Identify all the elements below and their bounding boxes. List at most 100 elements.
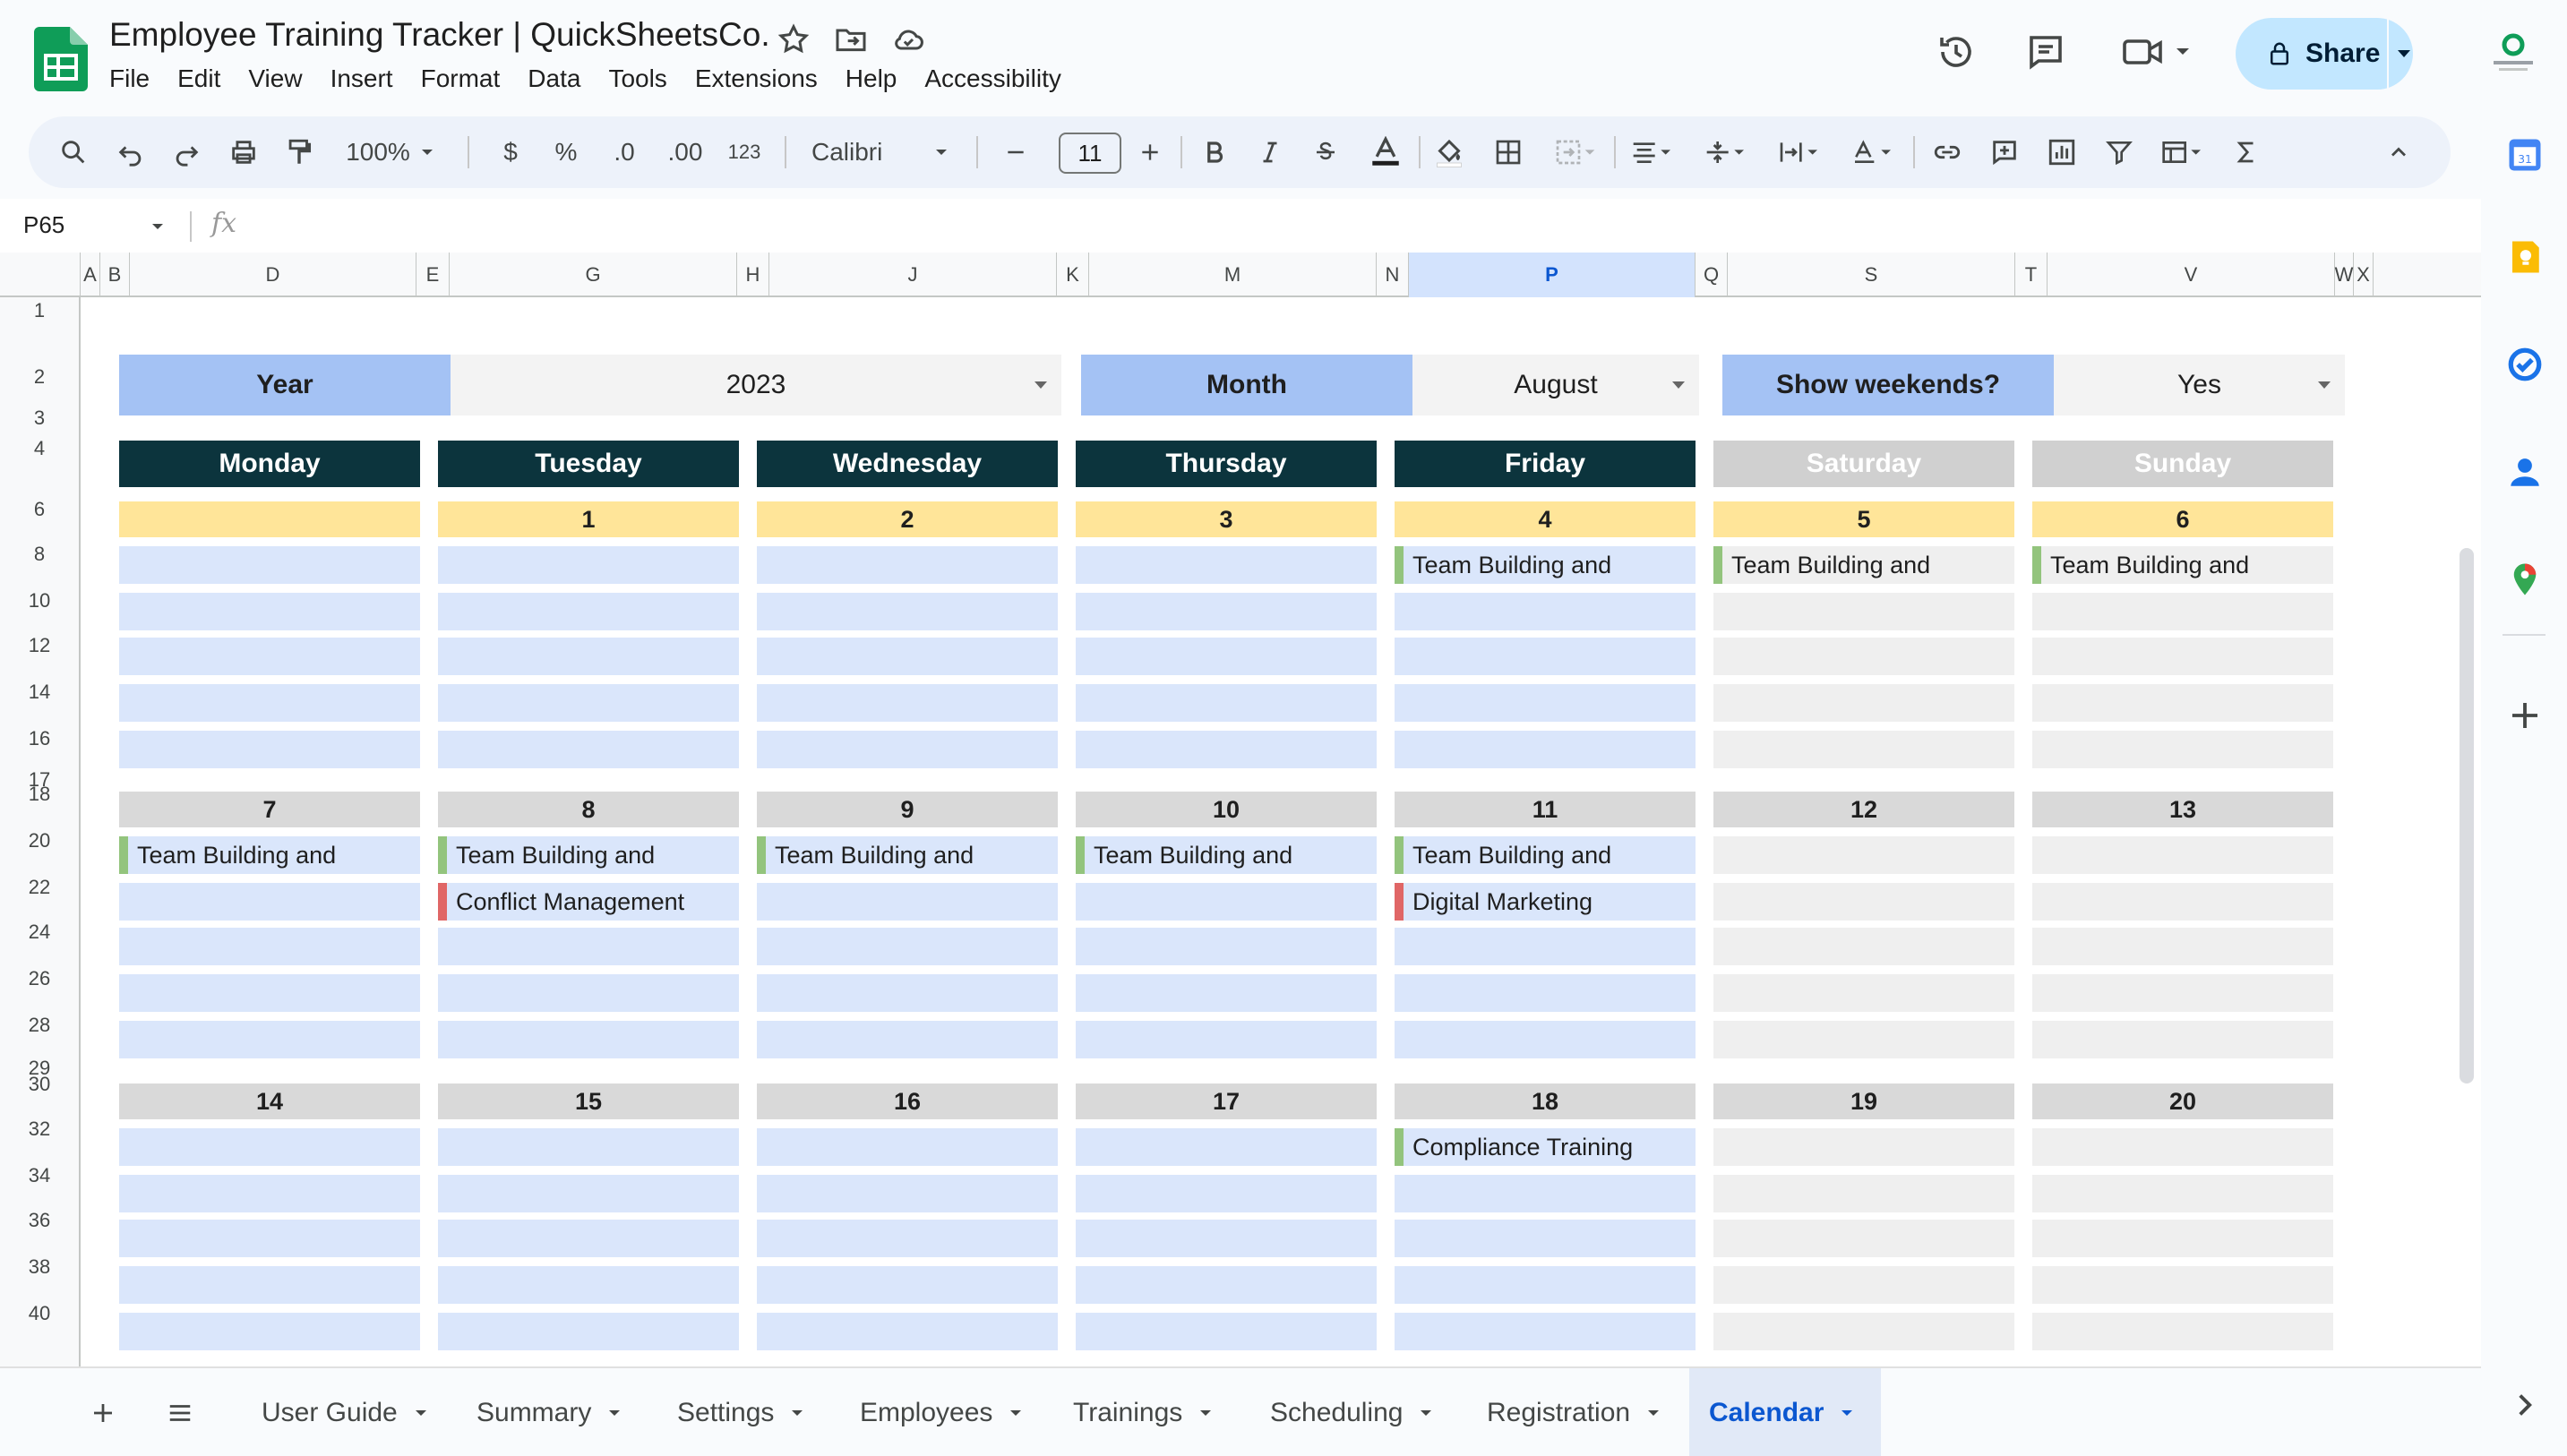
merge-cells-icon[interactable] bbox=[1548, 131, 1603, 174]
column-header-s[interactable]: S bbox=[1728, 253, 2015, 297]
horizontal-align-icon[interactable] bbox=[1623, 131, 1682, 174]
month-select[interactable]: August bbox=[1412, 355, 1699, 415]
column-header-h[interactable]: H bbox=[737, 253, 769, 297]
currency-format-button[interactable]: $ bbox=[494, 131, 527, 174]
calendar-slot[interactable] bbox=[1713, 1128, 2014, 1166]
vertical-scrollbar[interactable] bbox=[2460, 548, 2474, 1083]
menu-accessibility[interactable]: Accessibility bbox=[924, 64, 1060, 93]
decrease-font-size-icon[interactable] bbox=[998, 131, 1034, 174]
calendar-slot[interactable] bbox=[1395, 593, 1696, 630]
search-menus-icon[interactable] bbox=[56, 131, 91, 174]
tab-menu-arrow-icon[interactable] bbox=[1646, 1409, 1661, 1417]
calendar-slot[interactable] bbox=[1076, 1220, 1377, 1257]
calendar-slot[interactable] bbox=[438, 1021, 739, 1058]
menu-edit[interactable]: Edit bbox=[177, 64, 220, 93]
calendar-slot[interactable] bbox=[757, 593, 1058, 630]
name-box[interactable]: P65 bbox=[23, 211, 64, 239]
row-header-1[interactable]: 1 bbox=[0, 299, 79, 322]
training-event[interactable]: Conflict Management bbox=[438, 883, 739, 921]
undo-icon[interactable] bbox=[113, 131, 149, 174]
calendar-slot[interactable] bbox=[2032, 883, 2333, 921]
calendar-slot[interactable] bbox=[757, 1128, 1058, 1166]
calendar-slot[interactable] bbox=[119, 593, 420, 630]
column-header-n[interactable]: N bbox=[1377, 253, 1409, 297]
add-sheet-plus-icon[interactable] bbox=[90, 1368, 116, 1456]
training-event[interactable]: Team Building and bbox=[1395, 836, 1696, 874]
row-header-10[interactable]: 10 bbox=[0, 589, 79, 612]
tasks-app-icon[interactable] bbox=[2506, 346, 2544, 383]
calendar-slot[interactable] bbox=[1076, 731, 1377, 768]
tab-menu-arrow-icon[interactable] bbox=[414, 1409, 428, 1417]
calendar-slot[interactable] bbox=[438, 928, 739, 965]
calendar-slot[interactable] bbox=[1713, 593, 2014, 630]
number-format-button[interactable]: 123 bbox=[722, 131, 767, 174]
calendar-slot[interactable] bbox=[2032, 836, 2333, 874]
calendar-slot[interactable] bbox=[757, 974, 1058, 1012]
column-header-v[interactable]: V bbox=[2048, 253, 2335, 297]
get-add-ons-plus-icon[interactable] bbox=[2506, 697, 2544, 734]
calendar-slot[interactable] bbox=[1713, 1175, 2014, 1212]
calendar-slot[interactable] bbox=[119, 974, 420, 1012]
menu-tools[interactable]: Tools bbox=[608, 64, 666, 93]
calendar-slot[interactable] bbox=[1713, 1021, 2014, 1058]
calendar-slot[interactable] bbox=[119, 883, 420, 921]
calendar-slot[interactable] bbox=[1713, 1266, 2014, 1304]
zoom-dropdown-icon[interactable] bbox=[417, 131, 437, 174]
row-header-34[interactable]: 34 bbox=[0, 1164, 79, 1187]
training-event[interactable]: Team Building and bbox=[1076, 836, 1377, 874]
name-box-dropdown-icon[interactable] bbox=[150, 222, 165, 231]
calendar-slot[interactable] bbox=[1076, 928, 1377, 965]
row-header-30[interactable]: 30 bbox=[0, 1073, 79, 1096]
fill-color-icon[interactable] bbox=[1429, 131, 1469, 174]
calendar-slot[interactable] bbox=[1395, 1266, 1696, 1304]
calendar-slot[interactable] bbox=[757, 1220, 1058, 1257]
calendar-slot[interactable] bbox=[119, 638, 420, 675]
menu-data[interactable]: Data bbox=[528, 64, 580, 93]
cloud-status-icon[interactable] bbox=[890, 21, 926, 57]
calendar-slot[interactable] bbox=[438, 731, 739, 768]
calendar-slot[interactable] bbox=[1395, 928, 1696, 965]
calendar-slot[interactable] bbox=[2032, 638, 2333, 675]
row-header-3[interactable]: 3 bbox=[0, 407, 79, 430]
calendar-slot[interactable] bbox=[1395, 974, 1696, 1012]
row-header-22[interactable]: 22 bbox=[0, 876, 79, 899]
row-header-32[interactable]: 32 bbox=[0, 1118, 79, 1141]
italic-icon[interactable] bbox=[1252, 131, 1288, 174]
column-header-q[interactable]: Q bbox=[1696, 253, 1728, 297]
calendar-slot[interactable] bbox=[438, 593, 739, 630]
vertical-align-icon[interactable] bbox=[1696, 131, 1756, 174]
menu-help[interactable]: Help bbox=[846, 64, 897, 93]
training-event[interactable]: Team Building and bbox=[1713, 546, 2014, 584]
sheet-tab-registration[interactable]: Registration bbox=[1462, 1368, 1680, 1456]
calendar-slot[interactable] bbox=[757, 1266, 1058, 1304]
tab-menu-arrow-icon[interactable] bbox=[1198, 1409, 1213, 1417]
calendar-slot[interactable] bbox=[438, 974, 739, 1012]
row-header-18[interactable]: 18 bbox=[0, 783, 79, 806]
sheet-tab-trainings[interactable]: Trainings bbox=[1048, 1368, 1236, 1456]
sheets-logo[interactable] bbox=[34, 27, 88, 91]
column-header-g[interactable]: G bbox=[450, 253, 737, 297]
font-select[interactable]: Calibri bbox=[811, 131, 910, 174]
calendar-slot[interactable] bbox=[1076, 546, 1377, 584]
training-event[interactable]: Team Building and bbox=[119, 836, 420, 874]
dropdown-arrow-icon[interactable] bbox=[1033, 380, 1049, 390]
sheet-tab-calendar[interactable]: Calendar bbox=[1689, 1368, 1881, 1456]
tab-menu-arrow-icon[interactable] bbox=[1840, 1409, 1854, 1417]
calendar-slot[interactable] bbox=[1076, 1175, 1377, 1212]
column-header-t[interactable]: T bbox=[2015, 253, 2048, 297]
calendar-slot[interactable] bbox=[2032, 1175, 2333, 1212]
calendar-slot[interactable] bbox=[757, 684, 1058, 722]
calendar-slot[interactable] bbox=[1713, 883, 2014, 921]
training-event[interactable]: Compliance Training bbox=[1395, 1128, 1696, 1166]
calendar-slot[interactable] bbox=[119, 684, 420, 722]
insert-link-icon[interactable] bbox=[1929, 131, 1965, 174]
calendar-slot[interactable] bbox=[1395, 1313, 1696, 1350]
increase-font-size-icon[interactable] bbox=[1132, 131, 1168, 174]
calendar-slot[interactable] bbox=[438, 1313, 739, 1350]
tab-menu-arrow-icon[interactable] bbox=[1419, 1409, 1433, 1417]
menu-view[interactable]: View bbox=[248, 64, 302, 93]
calendar-slot[interactable] bbox=[119, 1220, 420, 1257]
decrease-decimal-button[interactable]: .0 bbox=[604, 131, 645, 174]
row-header-38[interactable]: 38 bbox=[0, 1255, 79, 1279]
document-title[interactable]: Employee Training Tracker | QuickSheetsC… bbox=[109, 16, 770, 54]
